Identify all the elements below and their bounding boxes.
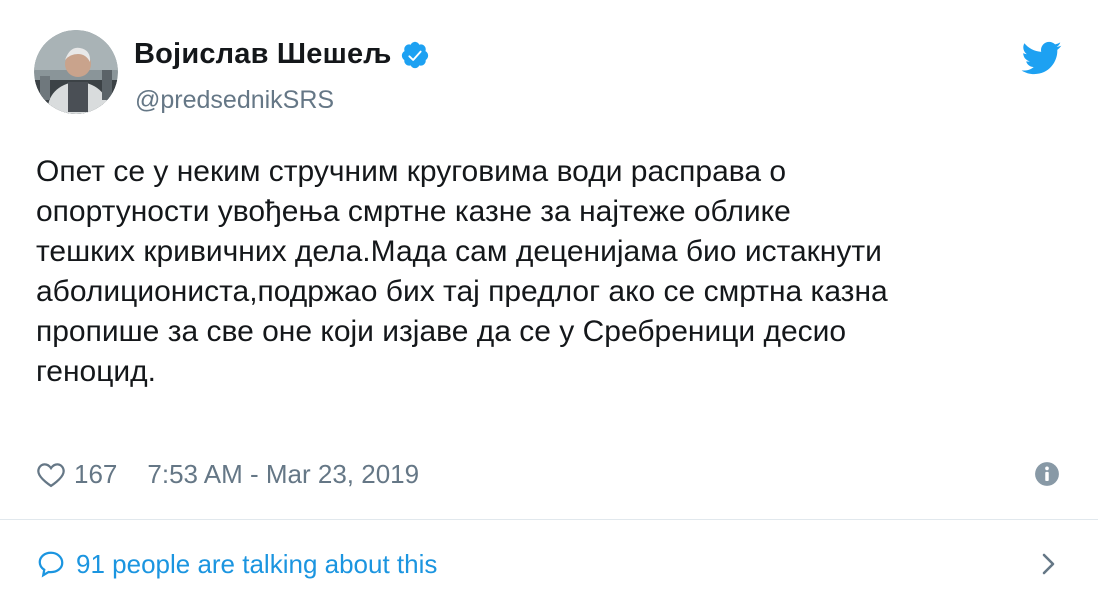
tweet-card: Војислав Шешељ @predsednikSRS Опет се у … [0,0,1098,600]
tweet-header: Војислав Шешељ @predsednikSRS [34,30,1064,120]
avatar[interactable] [34,30,118,114]
user-handle[interactable]: @predsednikSRS [135,86,334,115]
divider [0,519,1098,520]
verified-badge-icon [400,40,430,70]
tweet-meta: 167 7:53 AM - Mar 23, 2019 [36,454,1060,494]
display-name[interactable]: Војислав Шешељ [134,38,392,71]
chevron-right-icon[interactable] [1036,550,1060,578]
name-row: Војислав Шешељ [134,38,430,71]
info-icon[interactable] [1034,461,1060,487]
tweet-text: Опет се у неким стручним круговима води … [36,155,888,388]
talking-about-text[interactable]: 91 people are talking about this [76,549,437,580]
twitter-bird-icon[interactable] [1020,40,1062,76]
conversation-link[interactable]: 91 people are talking about this [36,542,1060,586]
tweet-timestamp[interactable]: 7:53 AM - Mar 23, 2019 [147,459,419,490]
speech-bubble-icon [36,549,66,579]
heart-icon[interactable] [36,460,66,488]
like-count[interactable]: 167 [74,459,117,490]
